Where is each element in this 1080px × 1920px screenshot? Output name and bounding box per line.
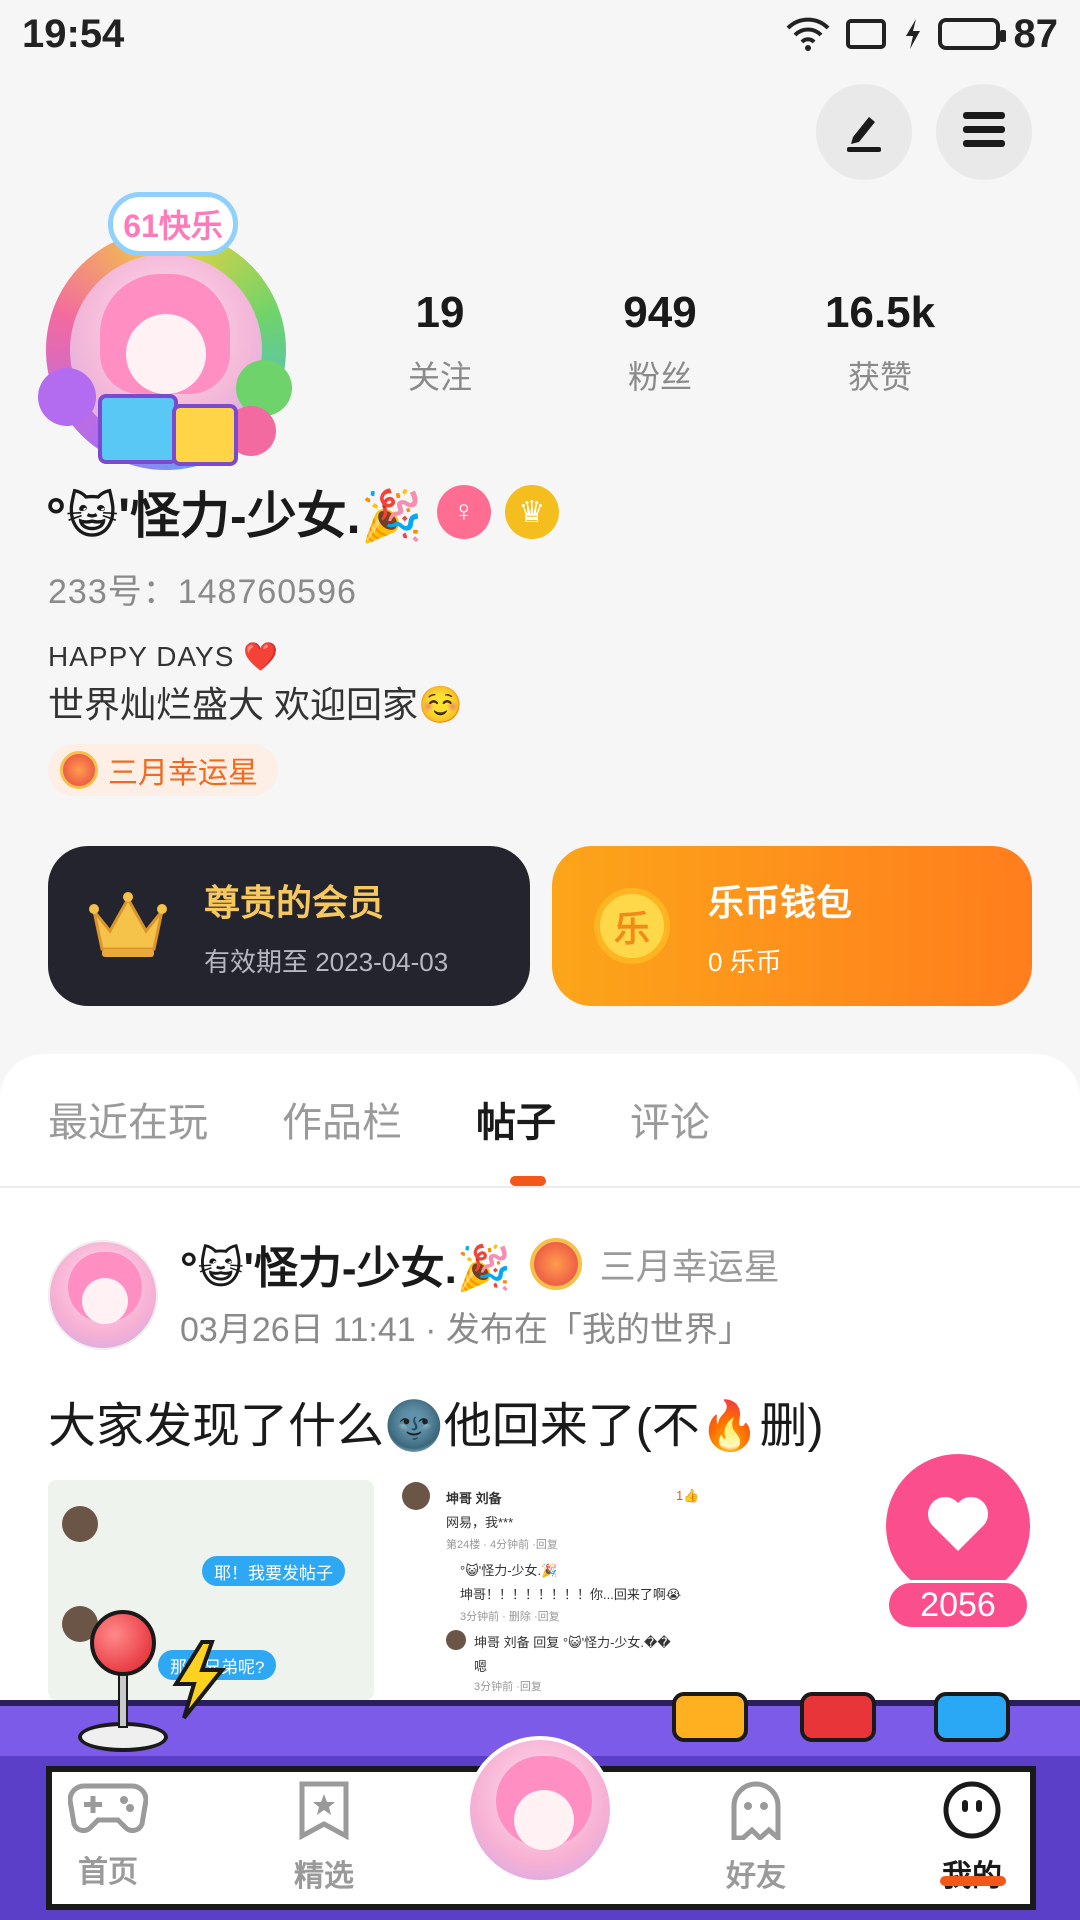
stat-label: 获赞 bbox=[847, 359, 912, 395]
nav-home[interactable]: 首页 bbox=[48, 1780, 168, 1891]
joystick-icon bbox=[118, 1672, 128, 1728]
chat-bubble: 耶！我要发帖子 bbox=[202, 1556, 345, 1586]
tab-comments[interactable]: 评论 bbox=[630, 1090, 710, 1148]
ghost-icon bbox=[726, 1780, 786, 1845]
like-button[interactable] bbox=[886, 1454, 1030, 1598]
comment-line: 3分钟前 · 删除 ·回复 bbox=[460, 1611, 560, 1623]
comment-line: 第24楼 · 4分钟前 ·回复 bbox=[446, 1539, 558, 1551]
post-image-2[interactable]: 坤哥 刘备 1👍 网易，我*** 第24楼 · 4分钟前 ·回复 °😺'怪力-少… bbox=[400, 1480, 720, 1700]
gift-box-decoration bbox=[172, 404, 238, 466]
wallet-title: 乐币钱包 bbox=[708, 881, 853, 923]
stat-number: 19 bbox=[415, 288, 465, 337]
edit-profile-button[interactable] bbox=[816, 84, 912, 180]
wifi-icon bbox=[786, 16, 830, 52]
post-author-avatar[interactable] bbox=[48, 1240, 158, 1350]
edit-icon bbox=[841, 107, 887, 158]
status-bar: 19:54 87 bbox=[0, 0, 1080, 68]
screen-rotation-icon bbox=[844, 17, 888, 51]
gift-box-decoration bbox=[98, 394, 178, 464]
post-author-name[interactable]: °😺'怪力-少女.🎉 bbox=[180, 1232, 512, 1296]
comment-like: 1👍 bbox=[676, 1488, 700, 1503]
post-text[interactable]: 大家发现了什么🌚他回来了(不🔥删) bbox=[48, 1386, 824, 1456]
arcade-button-yellow-icon bbox=[672, 1692, 748, 1742]
bio-line-1: HAPPY DAYS ❤️ bbox=[48, 641, 280, 672]
heart-icon bbox=[926, 1495, 990, 1558]
stat-label: 关注 bbox=[407, 359, 472, 395]
stat-number: 16.5k bbox=[824, 288, 936, 337]
tab-recent-play[interactable]: 最近在玩 bbox=[48, 1090, 208, 1148]
comment-line: 网易，我*** bbox=[446, 1515, 514, 1530]
coin-icon-text: 乐 bbox=[594, 888, 670, 964]
comment-line: 坤哥 刘备 回复 °😺'怪力-少女.�� bbox=[474, 1635, 671, 1650]
comment-line: °😺'怪力-少女.🎉 bbox=[460, 1563, 558, 1578]
battery-icon bbox=[937, 18, 1006, 50]
post-author-tag: 三月幸运星 bbox=[599, 1246, 780, 1287]
title-tag-label: 三月幸运星 bbox=[108, 757, 258, 790]
comment-line: 3分钟前 ·回复 bbox=[474, 1681, 542, 1693]
arcade-button-red-icon bbox=[800, 1692, 876, 1742]
nav-label: 好友 bbox=[726, 1860, 786, 1893]
crown-icon bbox=[88, 886, 168, 966]
stat-following[interactable]: 19 关注 bbox=[330, 288, 550, 398]
coin-wallet-card[interactable]: 乐 乐币钱包 0 乐币 bbox=[552, 846, 1032, 1006]
arcade-button-blue-icon bbox=[934, 1692, 1010, 1742]
active-nav-indicator bbox=[940, 1876, 1006, 1886]
comment-line: 嗯 bbox=[474, 1659, 488, 1674]
profile-name-row: °😺'怪力-少女.🎉 ♀ ♛ bbox=[46, 476, 559, 548]
status-time: 19:54 bbox=[22, 11, 125, 56]
active-tab-indicator bbox=[510, 1176, 546, 1186]
stat-label: 粉丝 bbox=[627, 359, 692, 395]
menu-button[interactable] bbox=[936, 84, 1032, 180]
profile-stats: 19 关注 949 粉丝 16.5k 获赞 bbox=[330, 288, 990, 398]
female-gender-icon: ♀ bbox=[436, 485, 491, 539]
charging-icon bbox=[902, 17, 924, 51]
coin-icon: 乐 bbox=[592, 886, 672, 966]
stat-followers[interactable]: 949 粉丝 bbox=[550, 288, 770, 398]
vip-title: 尊贵的会员 bbox=[204, 881, 385, 923]
title-tag[interactable]: 三月幸运星 bbox=[48, 744, 278, 796]
stat-number: 949 bbox=[623, 288, 697, 337]
chat-avatar bbox=[62, 1506, 98, 1542]
nav-center-avatar[interactable] bbox=[466, 1736, 614, 1884]
battery-level: 87 bbox=[1013, 11, 1059, 56]
comment-line: 坤哥 刘备 bbox=[446, 1491, 502, 1506]
gamepad-icon bbox=[67, 1780, 149, 1841]
tab-posts[interactable]: 帖子 bbox=[476, 1090, 556, 1148]
medal-icon bbox=[60, 751, 98, 789]
profile-name: °😺'怪力-少女.🎉 bbox=[46, 488, 423, 544]
bio-line-2: 世界灿烂盛大 欢迎回家☺️ bbox=[48, 684, 463, 725]
lightning-icon bbox=[168, 1640, 228, 1720]
smile-face-icon bbox=[940, 1780, 1004, 1845]
medal-icon bbox=[529, 1238, 582, 1290]
nav-label: 我的 bbox=[942, 1851, 1002, 1895]
nav-label: 首页 bbox=[78, 1856, 138, 1889]
star-bookmark-icon bbox=[294, 1780, 354, 1845]
user-id: 233号：148760596 bbox=[48, 573, 357, 611]
profile-tabs: 最近在玩 作品栏 帖子 评论 bbox=[48, 1090, 784, 1148]
nav-friends[interactable]: 好友 bbox=[696, 1780, 816, 1895]
comment-avatar bbox=[446, 1630, 466, 1650]
vip-expiry: 有效期至 2023-04-03 bbox=[204, 946, 449, 977]
avatar-frame-badge: 61快乐 bbox=[108, 192, 238, 256]
like-count: 2056 bbox=[886, 1580, 1030, 1630]
menu-icon bbox=[961, 110, 1007, 155]
stat-likes[interactable]: 16.5k 获赞 bbox=[770, 288, 990, 398]
tab-works[interactable]: 作品栏 bbox=[282, 1090, 402, 1148]
vip-membership-card[interactable]: 尊贵的会员 有效期至 2023-04-03 bbox=[48, 846, 530, 1006]
divider bbox=[0, 1186, 1080, 1188]
joystick-icon bbox=[90, 1610, 156, 1676]
post-header: °😺'怪力-少女.🎉 三月幸运星 bbox=[180, 1232, 780, 1296]
crown-icon[interactable]: ♛ bbox=[504, 485, 559, 539]
wallet-balance: 0 乐币 bbox=[708, 946, 782, 977]
comment-line: 坤哥！！！！！！！！你...回来了啊😭 bbox=[460, 1587, 682, 1602]
nav-featured[interactable]: 精选 bbox=[264, 1780, 384, 1895]
comment-avatar bbox=[402, 1482, 430, 1510]
post-meta: 03月26日 11:41 · 发布在「我的世界」 bbox=[180, 1311, 752, 1349]
nav-label: 精选 bbox=[294, 1860, 354, 1893]
profile-avatar[interactable]: 61快乐 bbox=[36, 190, 296, 480]
